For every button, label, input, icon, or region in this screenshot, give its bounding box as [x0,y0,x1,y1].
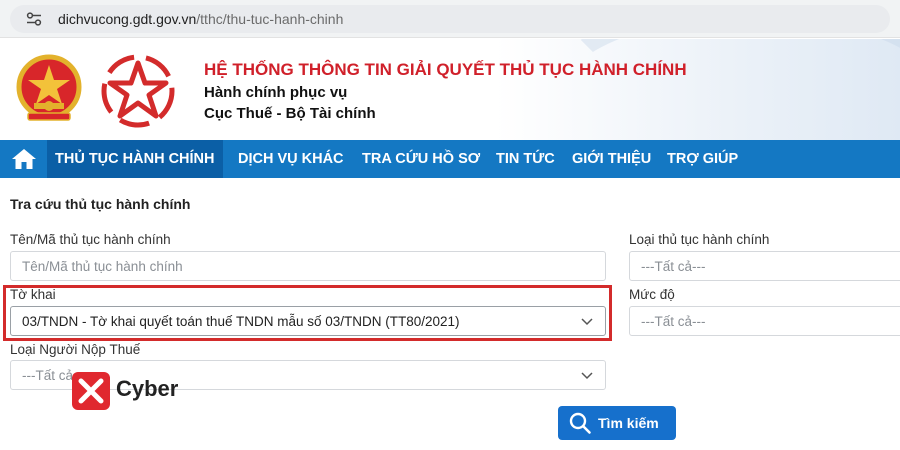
header-subtitle: Hành chính phục vụ [204,84,348,101]
search-button-label: Tìm kiếm [598,415,659,431]
nav-item-dich-vu-khac[interactable]: DỊCH VỤ KHÁC [230,140,352,178]
level-select-value: ---Tất cả--- [641,314,706,329]
gdt-star-logo-icon [101,54,175,128]
nav-item-tra-cuu-ho-so[interactable]: TRA CỨU HỒ SƠ [354,140,488,178]
url-domain: dichvucong.gdt.gov.vn [58,11,197,27]
header-decoration [540,39,900,140]
type-select-value: ---Tất cả--- [641,259,706,274]
type-label: Loại thủ tục hành chính [629,232,770,247]
home-icon[interactable] [10,147,38,171]
search-icon [569,412,591,434]
name-placeholder: Tên/Mã thủ tục hành chính [22,259,183,274]
nav-item-tro-giup[interactable]: TRỢ GIÚP [659,140,746,178]
payer-label: Loại Người Nộp Thuế [10,342,141,357]
name-label: Tên/Mã thủ tục hành chính [10,232,171,247]
national-emblem-icon [16,54,82,121]
nav-item-thu-tuc-hanh-chinh[interactable]: THỦ TỤC HÀNH CHÍNH [47,140,223,178]
site-header: HỆ THỐNG THÔNG TIN GIẢI QUYẾT THỦ TỤC HÀ… [0,39,900,140]
header-agency: Cục Thuế - Bộ Tài chính [204,105,376,122]
url-text: dichvucong.gdt.gov.vn/tthc/thu-tuc-hanh-… [58,11,343,27]
system-title: HỆ THỐNG THÔNG TIN GIẢI QUYẾT THỦ TỤC HÀ… [204,60,687,79]
search-button[interactable]: Tìm kiếm [558,406,676,440]
highlight-box [3,285,612,341]
cyber-logo-icon [72,372,110,410]
main-nav: THỦ TỤC HÀNH CHÍNH DỊCH VỤ KHÁC TRA CỨU … [0,140,900,178]
url-field[interactable]: dichvucong.gdt.gov.vn/tthc/thu-tuc-hanh-… [10,5,890,33]
browser-address-bar: dichvucong.gdt.gov.vn/tthc/thu-tuc-hanh-… [0,0,900,38]
section-title: Tra cứu thủ tục hành chính [10,196,191,212]
site-settings-icon[interactable] [26,12,42,26]
level-select[interactable]: ---Tất cả--- [629,306,900,336]
nav-item-tin-tuc[interactable]: TIN TỨC [488,140,563,178]
type-select[interactable]: ---Tất cả--- [629,251,900,281]
watermark-text: Cyber [116,376,179,401]
level-label: Mức độ [629,287,675,302]
name-input[interactable]: Tên/Mã thủ tục hành chính [10,251,606,281]
url-path: /tthc/thu-tuc-hanh-chinh [196,11,344,27]
nav-item-gioi-thieu[interactable]: GIỚI THIỆU [564,140,659,178]
chevron-down-icon [581,372,593,380]
